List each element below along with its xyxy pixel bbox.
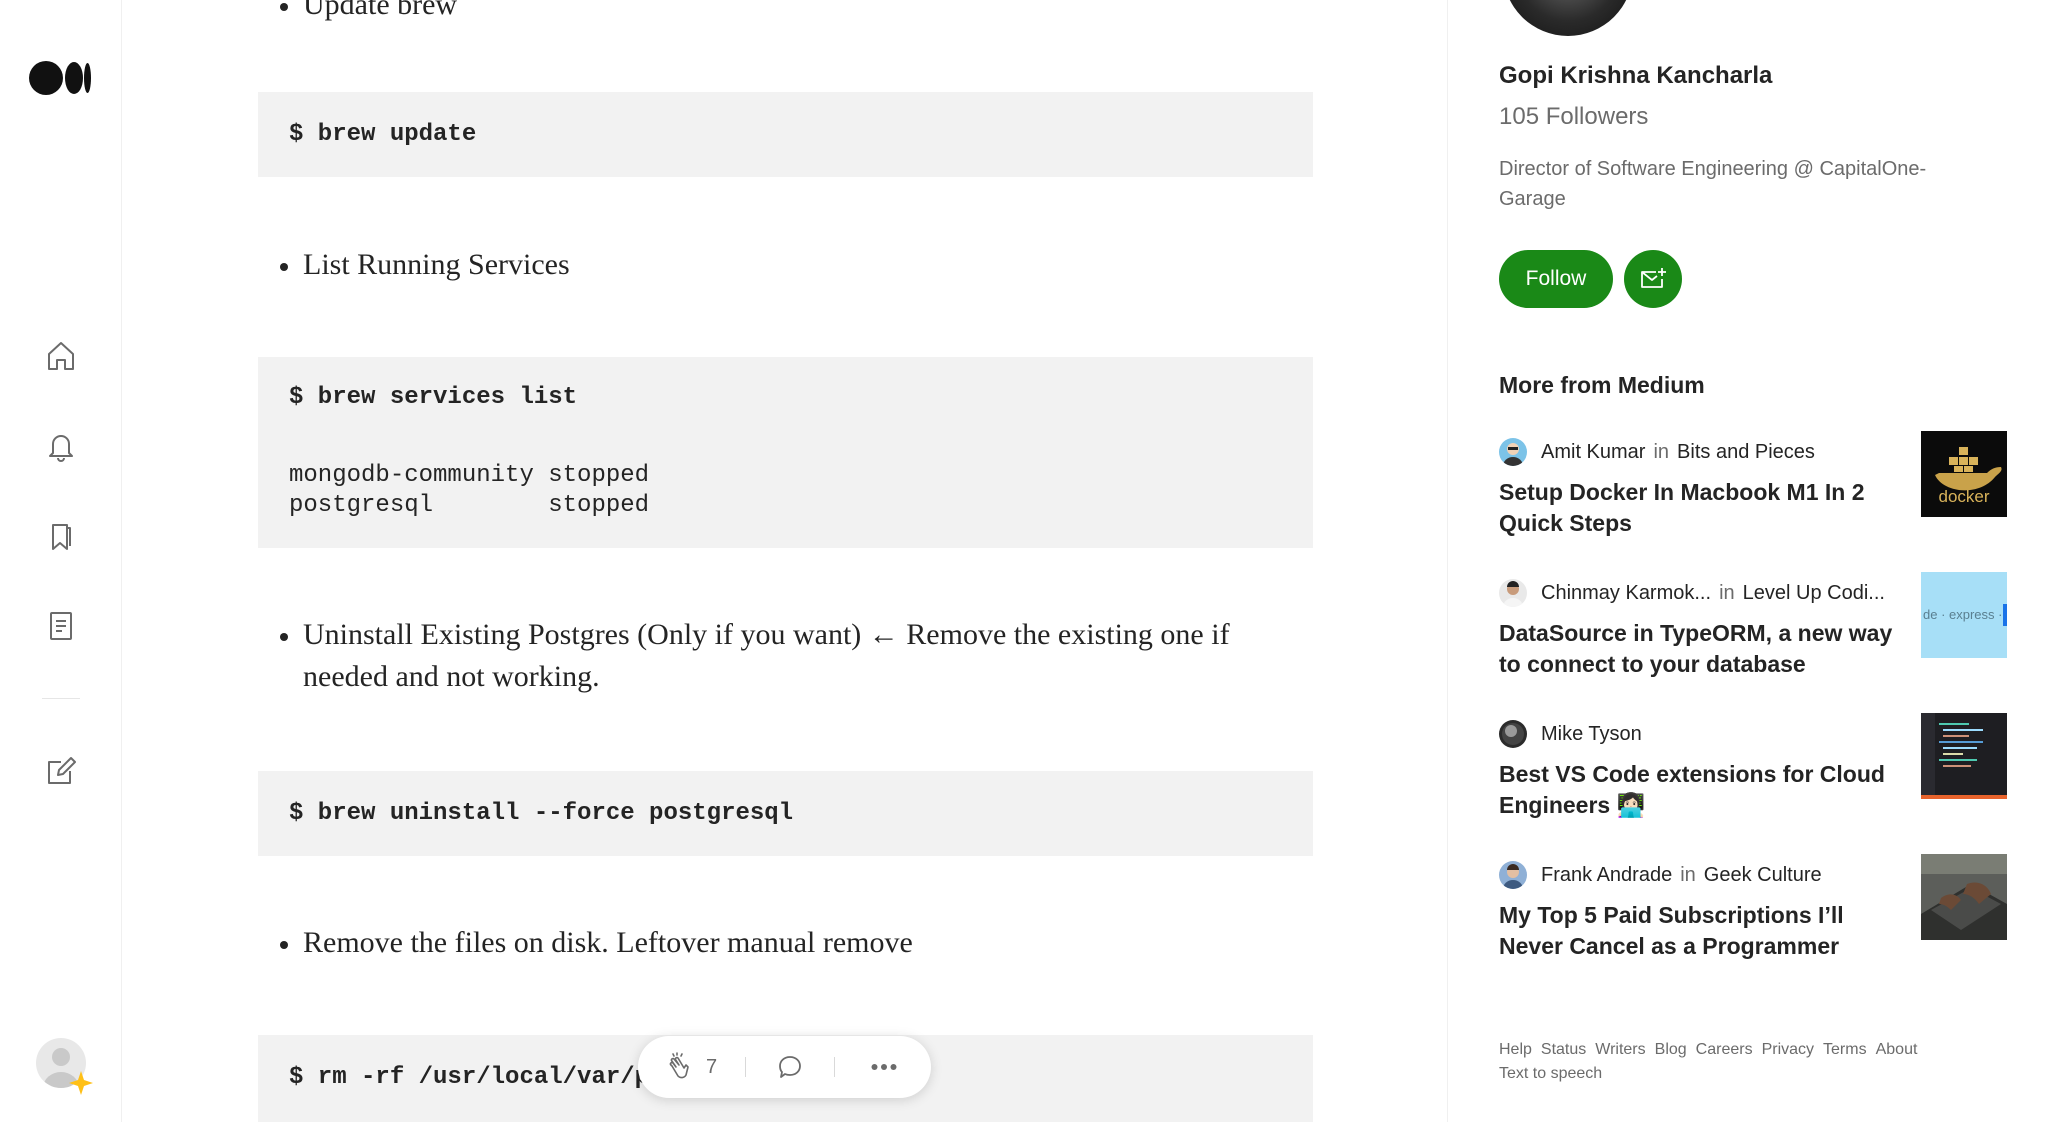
rec-publication[interactable]: Bits and Pieces [1677,441,1815,464]
rec-thumbnail[interactable]: de · express · [1921,572,2007,658]
code-block-services-list: $ brew services list mongodb-community st… [258,357,1313,548]
recommendation-item[interactable]: Chinmay Karmok... in Level Up Codi... Da… [1499,572,2014,688]
rec-author[interactable]: Chinmay Karmok... [1541,582,1711,605]
rec-thumbnail[interactable]: docker [1921,431,2007,517]
footer-link-blog[interactable]: Blog [1655,1041,1687,1058]
responses-button[interactable] [776,1053,804,1081]
sidebar-footer-links: Help Status Writers Blog Careers Privacy Terms… [1499,1038,1999,1086]
footer-link-privacy[interactable]: Privacy [1762,1041,1814,1058]
bookmarks-icon[interactable] [42,517,80,555]
subscribe-email-button[interactable] [1624,250,1682,308]
right-sidebar: Gopi Krishna Kancharla 105 Followers Dir… [1447,0,2048,1122]
footer-link-help[interactable]: Help [1499,1041,1532,1058]
sparkle-star-icon [68,1070,94,1096]
rec-thumb-text: de · express · [1923,607,2002,622]
rec-in-label: in [1680,863,1696,886]
recommendation-item[interactable]: Amit Kumar in Bits and Pieces Setup Dock… [1499,431,2014,547]
rec-author[interactable]: Amit Kumar [1541,441,1645,464]
author-profile-photo[interactable] [1503,0,1633,36]
follow-button[interactable]: Follow [1499,250,1613,308]
clap-count: 7 [706,1055,718,1078]
code-block-brew-update: $ brew update [258,92,1313,177]
rec-in-label: in [1653,440,1670,463]
recommendation-item[interactable]: Frank Andrade in Geek Culture My Top 5 P… [1499,854,2014,970]
clap-button[interactable]: 7 [664,1052,717,1082]
author-mini-avatar [1499,438,1527,466]
rec-title[interactable]: Best VS Code extensions for Cloud Engine… [1499,759,1894,821]
footer-link-text-to-speech[interactable]: Text to speech [1499,1065,1602,1082]
write-icon[interactable] [42,751,80,789]
home-icon[interactable] [42,337,80,375]
floating-action-bar: 7 [638,1036,931,1098]
author-mini-avatar [1499,579,1527,607]
stories-icon[interactable] [42,607,80,645]
code-block-brew-uninstall: $ brew uninstall --force postgresql [258,771,1313,856]
author-mini-avatar [1499,861,1527,889]
list-item-uninstall-postgres: Uninstall Existing Postgres (Only if you… [258,614,1313,698]
left-nav-rail [0,0,122,1122]
action-separator [834,1057,836,1077]
rec-author[interactable]: Mike Tyson [1541,723,1642,746]
article-body: Update brew $ brew update List Running S… [258,0,1313,1122]
author-mini-avatar [1499,720,1527,748]
rec-publication[interactable]: Level Up Codi... [1743,582,1885,605]
recommendation-item[interactable]: Mike Tyson Best VS Code extensions for C… [1499,713,2014,829]
rec-thumbnail[interactable] [1921,713,2007,799]
rec-author[interactable]: Frank Andrade [1541,864,1672,887]
footer-link-about[interactable]: About [1876,1041,1918,1058]
footer-link-status[interactable]: Status [1541,1041,1586,1058]
more-dots-icon [871,1064,897,1070]
rec-thumb-text: docker [1938,487,1989,506]
more-from-medium-heading: More from Medium [1499,372,1705,398]
author-bio: Director of Software Engineering @ Capit… [1499,158,1927,210]
notifications-bell-icon[interactable] [42,427,80,465]
footer-link-writers[interactable]: Writers [1595,1041,1645,1058]
footer-link-careers[interactable]: Careers [1696,1041,1753,1058]
more-actions-button[interactable] [871,1063,897,1071]
list-item-update-brew: Update brew [258,0,1313,26]
footer-link-terms[interactable]: Terms [1823,1041,1867,1058]
list-item-list-services: List Running Services [258,244,1313,286]
rec-title[interactable]: Setup Docker In Macbook M1 In 2 Quick St… [1499,477,1894,539]
rec-title[interactable]: DataSource in TypeORM, a new way to conn… [1499,618,1894,680]
author-name[interactable]: Gopi Krishna Kancharla [1499,62,1772,90]
comment-icon [779,1056,802,1078]
rec-title[interactable]: My Top 5 Paid Subscriptions I’ll Never C… [1499,900,1894,962]
author-followers[interactable]: 105 Followers [1499,103,1648,131]
rec-in-label: in [1719,581,1735,604]
rec-thumbnail[interactable] [1921,854,2007,940]
list-item-remove-files: Remove the files on disk. Leftover manua… [258,922,1313,964]
medium-logo-icon[interactable] [29,60,91,96]
action-separator [745,1057,747,1077]
mail-plus-icon [1641,268,1666,288]
rec-publication[interactable]: Geek Culture [1704,864,1822,887]
clap-icon [669,1052,689,1079]
rail-divider [42,698,80,699]
